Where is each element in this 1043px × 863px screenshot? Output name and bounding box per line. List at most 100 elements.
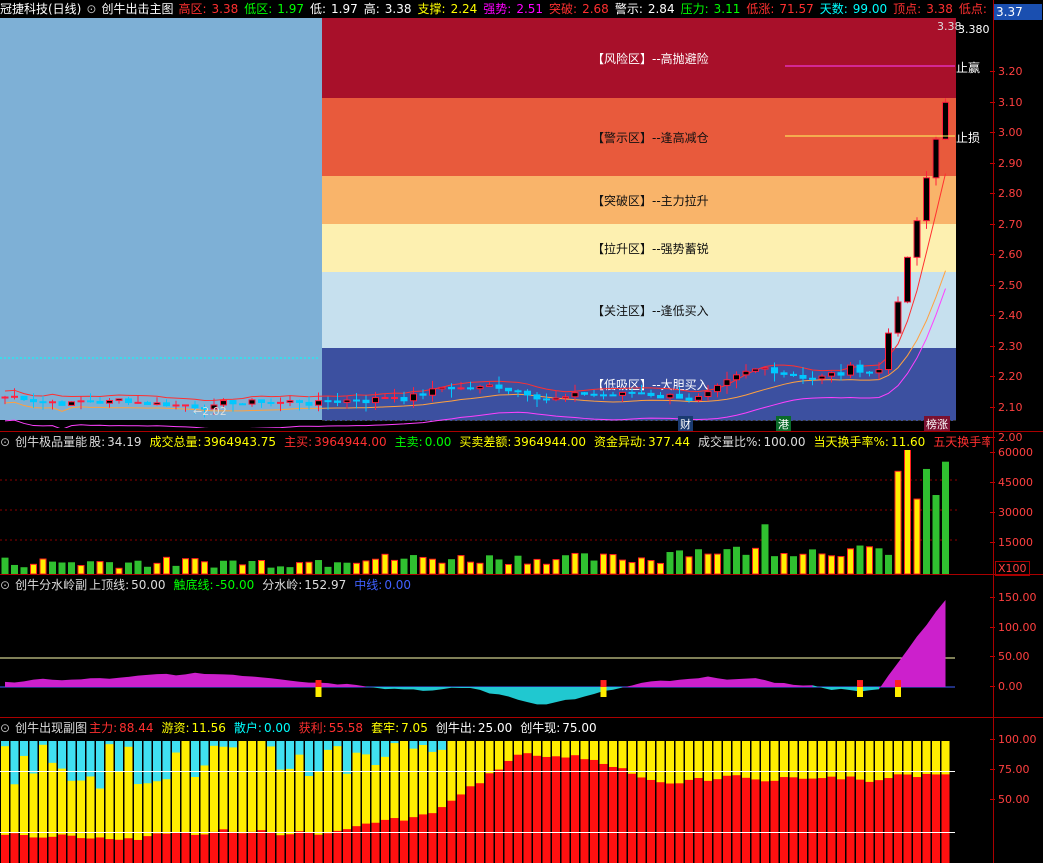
cn-bar-main (286, 834, 294, 863)
candle (780, 370, 788, 378)
candle (58, 400, 66, 406)
watershed-area (204, 674, 214, 687)
watershed-chart-area[interactable] (0, 592, 960, 717)
volume-axis: 60000 45000 30000 15000 (990, 446, 1043, 574)
volume-bar (619, 559, 626, 574)
candle (837, 364, 845, 381)
candle (638, 384, 645, 395)
cn-bar-main (827, 776, 836, 863)
candle (410, 387, 417, 408)
volume-bar (571, 552, 579, 574)
candle (942, 98, 949, 140)
cn-bar-main (86, 838, 95, 863)
main-header-value: 3.38 (384, 2, 412, 16)
main-indicator-name[interactable]: 创牛出击主图 (101, 2, 173, 16)
cn-plot (0, 741, 955, 863)
vol_header-value: 11.60 (890, 435, 926, 449)
cn-bar-main (922, 773, 931, 863)
axis-tick-label: 30000 (990, 506, 1033, 519)
watershed-area (679, 678, 689, 687)
watershed-area (755, 678, 765, 687)
cn-bar-main (96, 837, 104, 863)
event-tag-bangzhang[interactable]: 榜涨 (924, 416, 950, 432)
watershed-area (556, 687, 566, 703)
event-tag-gang[interactable]: 港 (776, 416, 791, 432)
watershed-area (936, 599, 946, 687)
cn-bar-main (257, 830, 266, 863)
cn-bar-main (390, 818, 399, 863)
watershed-area (328, 683, 338, 687)
main-header-key: 高区: (178, 2, 207, 16)
candle (752, 368, 759, 374)
axis-tick-label: 2.20 (990, 370, 1023, 383)
cn_header-key: 获利: (298, 721, 327, 735)
cn-chart-area[interactable] (0, 737, 960, 863)
volume-bar (144, 566, 151, 574)
volume-bar (714, 553, 721, 574)
ma-line (4, 270, 946, 412)
cn-bar-main (761, 781, 769, 863)
main-header-value: 2.51 (516, 2, 544, 16)
volume-bar (818, 553, 826, 574)
volume-bar (581, 553, 588, 574)
vol_header-value: 100.00 (763, 435, 806, 449)
cn-bar-main (580, 759, 589, 863)
candle (277, 397, 284, 412)
volume-bar (229, 560, 237, 574)
settings-gear-icon[interactable]: ⊙ (0, 435, 10, 449)
cn-bar-main (884, 778, 893, 863)
cn-bar-main (229, 831, 237, 863)
cn-bar-main (77, 838, 85, 863)
watershed-area (252, 676, 262, 687)
watershed-area (166, 673, 176, 687)
cn-bar-main (371, 822, 380, 863)
candle (562, 393, 569, 402)
cn-bar-main (314, 834, 323, 863)
candle (505, 387, 512, 395)
watershed-area (784, 683, 794, 687)
volume-bar (1, 557, 9, 574)
volume-bar (609, 554, 617, 574)
volume-bar (647, 560, 655, 574)
volume-bar (828, 555, 835, 574)
cn-bar-main (428, 813, 437, 863)
cn-bar-main (818, 778, 826, 863)
volume-bar (514, 555, 522, 574)
pane-separator (0, 717, 1043, 718)
volume-bar (248, 560, 256, 574)
main-header-value: 2.24 (450, 2, 478, 16)
settings-gear-icon[interactable]: ⊙ (0, 578, 10, 592)
main-chart-area[interactable]: 【风险区】--高抛避险 【警示区】--逢高减仓 【突破区】--主力拉升 【拉升区】--… (0, 18, 956, 428)
main-header-key: 压力: (680, 2, 709, 16)
settings-gear-icon[interactable]: ⊙ (0, 721, 10, 735)
watershed-area (499, 687, 509, 697)
volume-bar (182, 558, 189, 574)
watershed-area (337, 683, 347, 687)
event-tag-cai[interactable]: 财 (678, 416, 693, 432)
cn-bar-main (865, 781, 874, 863)
candle (847, 362, 854, 379)
cn-bar-main (590, 759, 598, 863)
cn-bar-main (618, 768, 627, 863)
volume-chart-area[interactable] (0, 450, 960, 574)
watershed-area (24, 679, 34, 687)
cn-bar-main (637, 777, 646, 863)
cn-bar-main (799, 778, 807, 863)
volume-bar (305, 561, 313, 574)
volume-bar (125, 562, 132, 574)
candle (704, 385, 712, 401)
pane-separator (0, 574, 1043, 575)
watershed-area (109, 677, 119, 687)
settings-gear-icon[interactable]: ⊙ (86, 2, 96, 16)
volume-bar (87, 561, 94, 574)
cn-bar-main (694, 777, 703, 863)
volume-bar (704, 553, 712, 574)
volume-bar (134, 560, 142, 574)
cn-bar-main (466, 786, 475, 863)
water_header-value: 50.00 (131, 578, 166, 592)
candle (144, 400, 151, 406)
water_header-key: 创牛分水岭副 (15, 578, 88, 592)
cn-bar-main (324, 833, 332, 863)
cn-bar-main (115, 839, 123, 863)
candle (163, 399, 170, 407)
